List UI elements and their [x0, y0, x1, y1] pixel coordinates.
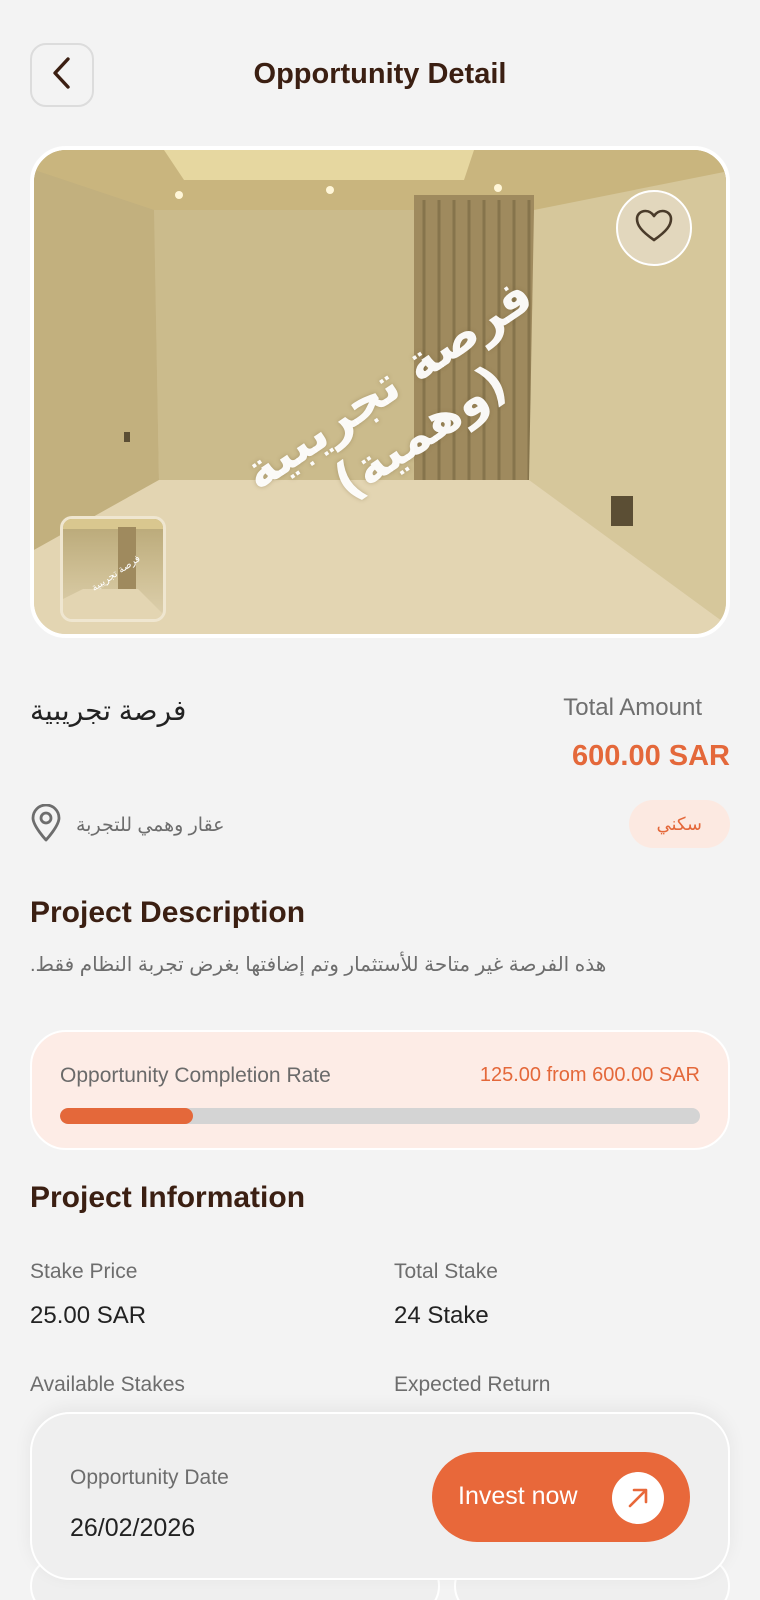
stake-price-value: 25.00 SAR	[30, 1302, 147, 1329]
progress-track	[60, 1108, 700, 1124]
thumbnail-photo: فرصة تجريبية	[63, 519, 163, 619]
gallery-thumbnail[interactable]: فرصة تجريبية	[60, 516, 166, 622]
invest-now-label: Invest now	[458, 1482, 578, 1510]
location-row: عقار وهمي للتجربة سكني	[30, 800, 730, 850]
total-stake-value: 24 Stake	[394, 1302, 489, 1329]
project-description-text: هذه الفرصة غير متاحة للأستثمار وتم إضافت…	[30, 954, 607, 976]
total-amount-label: Total Amount	[563, 694, 702, 721]
arrow-up-right-icon	[612, 1472, 664, 1524]
total-amount-value: 600.00 SAR	[572, 740, 730, 772]
opportunity-date-label: Opportunity Date	[70, 1466, 229, 1489]
category-tag: سكني	[628, 800, 730, 848]
completion-rate-label: Opportunity Completion Rate	[60, 1064, 331, 1087]
completion-rate-amount: 125.00 from 600.00 SAR	[479, 1064, 700, 1086]
opportunity-name: فرصة تجريبية	[30, 695, 187, 726]
heart-icon	[635, 209, 673, 248]
page-title: Opportunity Detail	[253, 58, 507, 90]
project-information-title: Project Information	[30, 1181, 306, 1214]
total-stake-label: Total Stake	[394, 1260, 498, 1283]
stake-price-label: Stake Price	[30, 1260, 138, 1283]
project-description-title: Project Description	[30, 896, 306, 929]
map-pin-icon	[30, 803, 62, 847]
expected-return-label: Expected Return	[394, 1373, 551, 1396]
top-bar: Opportunity Detail	[0, 0, 760, 150]
completion-rate-card: Opportunity Completion Rate 125.00 from …	[30, 1030, 730, 1150]
opportunity-date-value: 26/02/2026	[70, 1514, 196, 1542]
favorite-button[interactable]	[616, 190, 692, 266]
available-stakes-label: Available Stakes	[30, 1373, 185, 1396]
bottom-action-bar: Opportunity Date 26/02/2026 Invest now	[30, 1412, 730, 1580]
hero-image[interactable]: فرصة تجريبية (وهمية) فرصة تجريبية	[30, 146, 730, 638]
location-text: عقار وهمي للتجربة	[76, 815, 225, 836]
progress-fill	[60, 1108, 194, 1124]
invest-now-button[interactable]: Invest now	[432, 1452, 690, 1542]
